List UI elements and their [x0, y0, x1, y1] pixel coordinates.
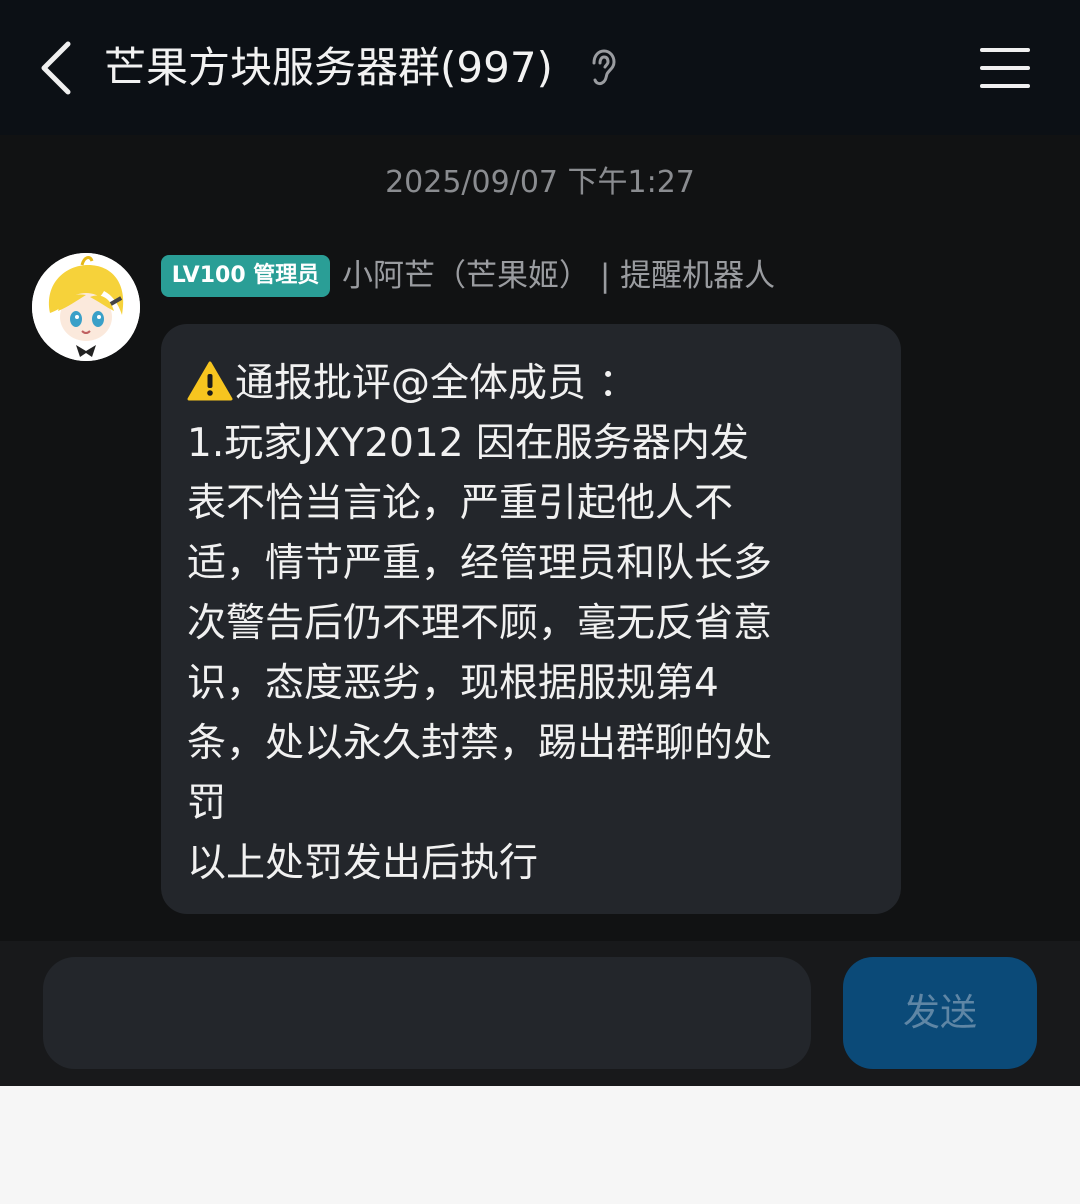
message-line-text: 通报批评@全体成员 ：	[235, 361, 638, 406]
message-line: 条，处以永久封禁，踢出群聊的处	[187, 721, 773, 766]
message-line: 表不恰当言论，严重引起他人不	[187, 481, 734, 526]
message-line: 适，情节严重，经管理员和队长多	[187, 541, 773, 586]
message-line: 次警告后仍不理不顾，毫无反省意	[187, 601, 773, 646]
bottom-blank-area	[0, 1086, 1080, 1204]
message-line: 通报批评@全体成员 ：	[187, 354, 879, 414]
avatar-image	[32, 253, 140, 361]
chevron-left-icon	[41, 41, 71, 95]
message-bubble[interactable]: 通报批评@全体成员 ： 1.玩家JXY2012 因在服务器内发 表不恰当言论，严…	[161, 324, 901, 914]
top-bar: 芒果方块服务器群(997)	[0, 0, 1080, 135]
message-line: 罚	[187, 781, 227, 826]
chat-area[interactable]: 2025/09/07 下午1:27 LV100 管理员 小阿芒（芒果姬） | 提…	[0, 135, 1080, 941]
sender-name[interactable]: 小阿芒（芒果姬） | 提醒机器人	[342, 255, 775, 297]
hamburger-menu-icon	[980, 48, 1030, 88]
group-title[interactable]: 芒果方块服务器群(997)	[104, 38, 553, 98]
message-input[interactable]	[43, 957, 811, 1069]
message-line: 1.玩家JXY2012 因在服务器内发	[187, 421, 749, 466]
warning-icon	[187, 361, 233, 401]
ear-icon[interactable]	[586, 48, 620, 88]
back-button[interactable]	[26, 32, 86, 104]
message-line: 以上处罚发出后执行	[187, 841, 539, 886]
send-button[interactable]: 发送	[843, 957, 1037, 1069]
avatar[interactable]	[32, 253, 140, 361]
chat-screen: 芒果方块服务器群(997) 2025/09/07 下午1:27 LV100 管理…	[0, 0, 1080, 1204]
message-timestamp: 2025/09/07 下午1:27	[385, 165, 695, 200]
message-line: 识，态度恶劣，现根据服规第4	[187, 661, 719, 706]
input-bar: 发送	[0, 941, 1080, 1086]
menu-button[interactable]	[972, 44, 1036, 92]
member-level-badge: LV100 管理员	[161, 255, 330, 297]
